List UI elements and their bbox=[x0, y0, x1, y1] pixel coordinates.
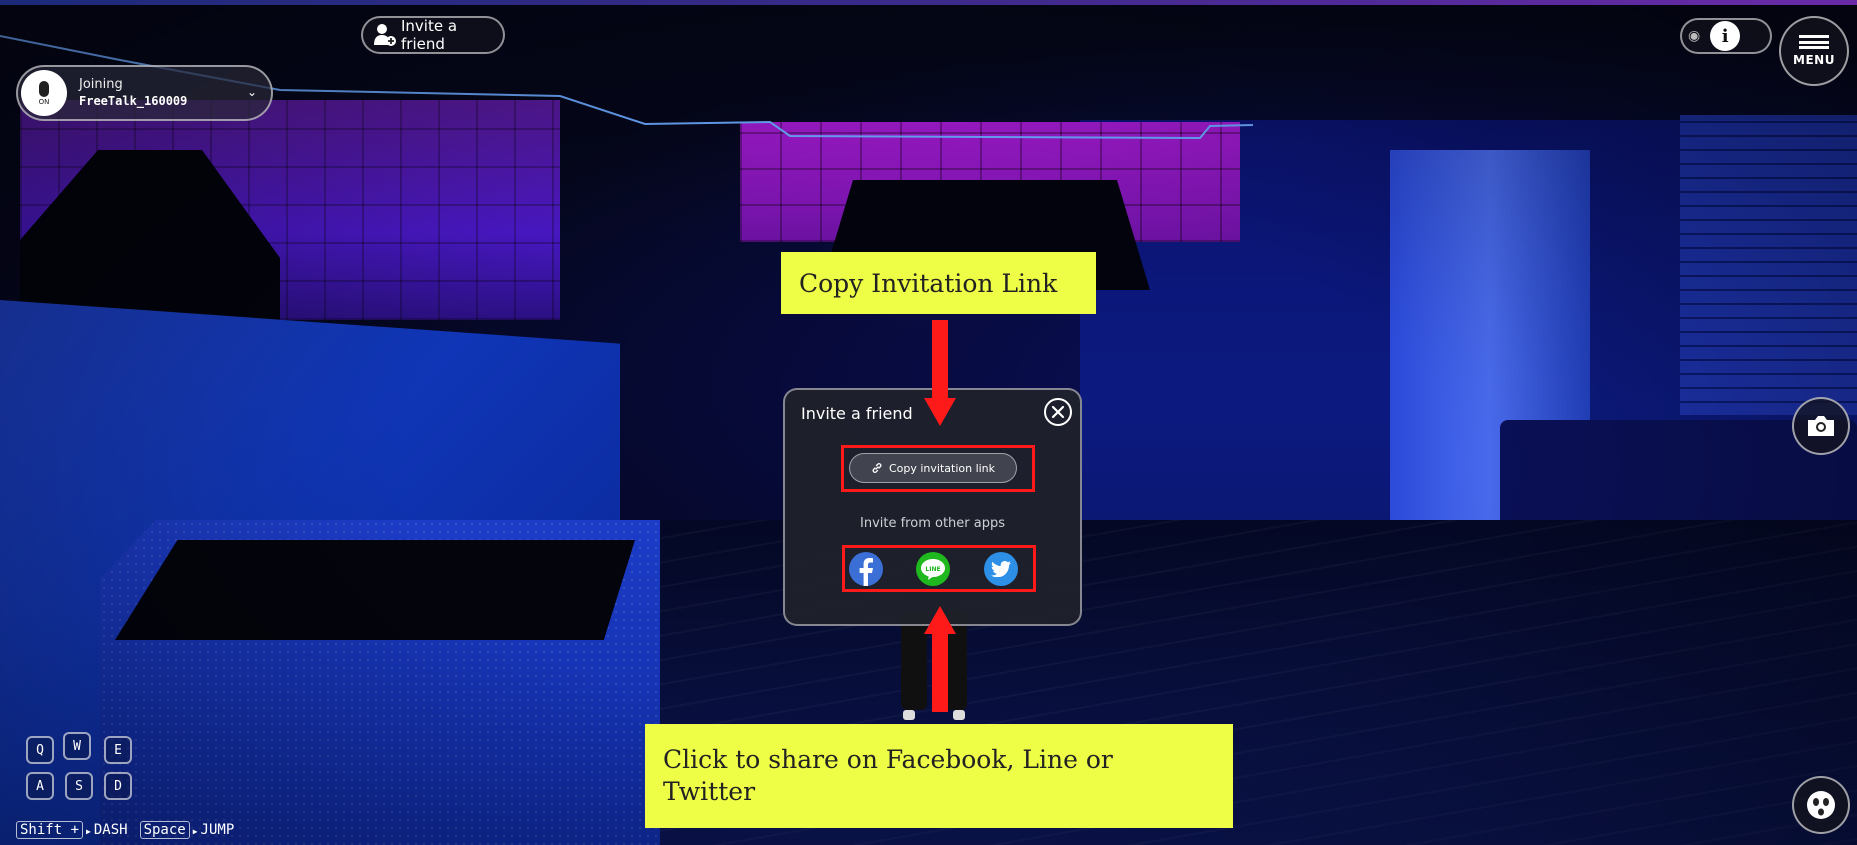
menu-button[interactable]: MENU bbox=[1779, 16, 1849, 86]
camera-button[interactable] bbox=[1792, 397, 1850, 455]
key-s[interactable]: S bbox=[65, 772, 93, 800]
share-callout: Click to share on Facebook, Line or Twit… bbox=[645, 724, 1233, 828]
chevron-down-icon: ⌄ bbox=[246, 85, 257, 99]
dash-key: Shift + bbox=[16, 821, 84, 839]
share-buttons-highlight bbox=[842, 545, 1036, 592]
movement-keys: Q W E A S D bbox=[16, 728, 146, 818]
modal-title: Invite a friend bbox=[801, 404, 913, 423]
emote-button[interactable] bbox=[1792, 776, 1850, 834]
menu-label: MENU bbox=[1793, 53, 1835, 67]
add-person-icon bbox=[373, 23, 397, 47]
arrow-up-icon bbox=[924, 606, 956, 712]
invite-friend-button[interactable]: Invite a friend bbox=[361, 16, 505, 54]
jump-label: JUMP bbox=[200, 822, 235, 838]
camera-icon bbox=[1808, 416, 1834, 436]
dash-label: DASH bbox=[93, 822, 128, 838]
emote-icon bbox=[1807, 791, 1835, 819]
copy-link-highlight bbox=[841, 445, 1035, 492]
jump-key: Space bbox=[139, 821, 190, 839]
key-d[interactable]: D bbox=[104, 772, 132, 800]
key-q[interactable]: Q bbox=[26, 736, 54, 764]
key-e[interactable]: E bbox=[104, 736, 132, 764]
eye-icon[interactable]: ◉ bbox=[1688, 28, 1700, 44]
close-button[interactable] bbox=[1044, 398, 1072, 426]
mic-state-label: ON bbox=[38, 97, 50, 106]
copy-link-callout: Copy Invitation Link bbox=[781, 252, 1096, 314]
top-border bbox=[0, 0, 1857, 5]
hamburger-icon bbox=[1799, 35, 1829, 49]
view-toggle[interactable]: ◉ i bbox=[1680, 18, 1772, 54]
info-icon[interactable]: i bbox=[1710, 21, 1741, 51]
control-hints: Shift + ▶ DASH Space ▶ JUMP bbox=[16, 821, 234, 839]
voice-room-selector[interactable]: ON Joining FreeTalk_160009 ⌄ bbox=[16, 65, 273, 121]
microphone-toggle[interactable]: ON bbox=[21, 70, 67, 116]
other-apps-label: Invite from other apps bbox=[860, 516, 1005, 531]
key-w[interactable]: W bbox=[63, 732, 91, 760]
key-a[interactable]: A bbox=[26, 772, 54, 800]
arrow-down-icon bbox=[924, 320, 956, 426]
voice-status-label: Joining bbox=[79, 77, 123, 92]
invite-friend-label: Invite a friend bbox=[401, 17, 458, 53]
room-name: FreeTalk_160009 bbox=[79, 94, 188, 108]
microphone-icon bbox=[39, 80, 49, 97]
close-icon bbox=[1051, 405, 1065, 419]
